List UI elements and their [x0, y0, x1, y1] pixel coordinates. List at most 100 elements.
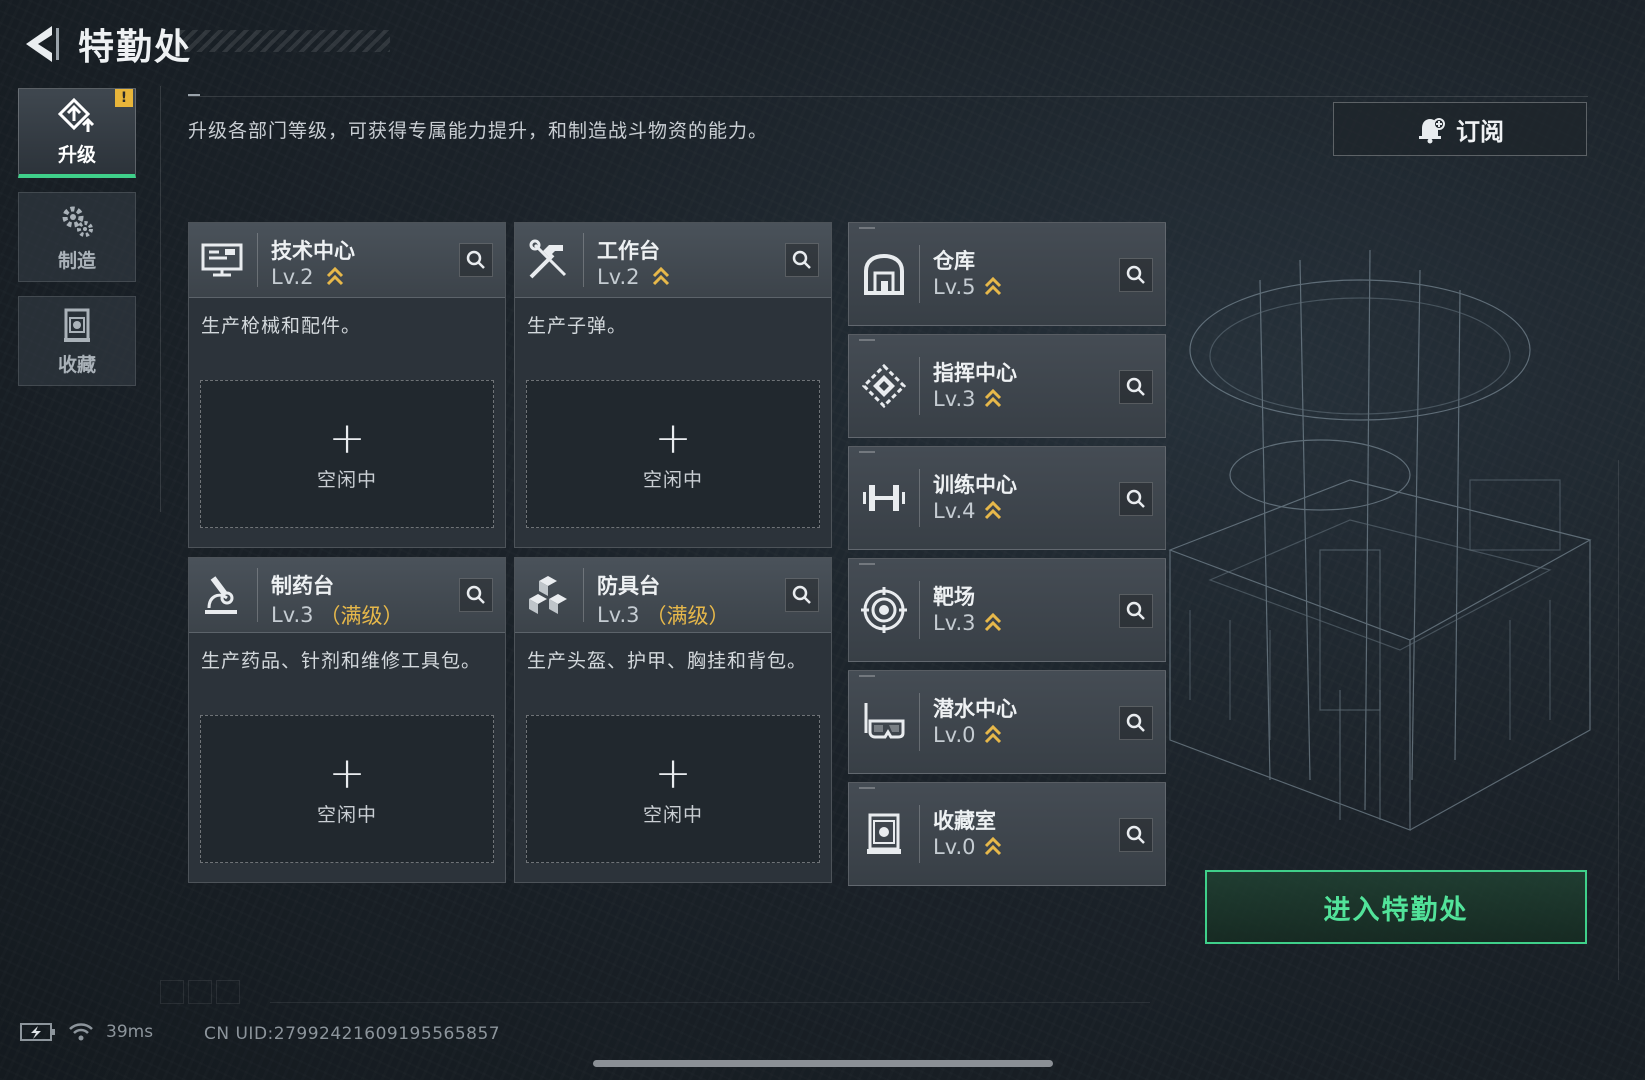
search-icon — [1126, 601, 1145, 620]
facility-command-center[interactable]: 指挥中心 Lv.3 — [848, 334, 1166, 438]
wifi-icon — [69, 1023, 93, 1041]
card-notch — [859, 787, 875, 789]
facility-warehouse[interactable]: 仓库 Lv.5 — [848, 222, 1166, 326]
facility-diving-center[interactable]: 潜水中心 Lv.0 — [848, 670, 1166, 774]
card-description: 生产枪械和配件。 — [201, 315, 362, 337]
search-icon — [1126, 825, 1145, 844]
card-notch — [859, 563, 875, 565]
card-header: 技术中心 Lv.2 — [189, 223, 505, 298]
search-icon — [1126, 713, 1145, 732]
search-button[interactable] — [1119, 482, 1153, 516]
card-level: Lv.3 （满级） — [597, 600, 730, 630]
slot-status: 空闲中 — [642, 803, 703, 826]
search-button[interactable] — [1119, 818, 1153, 852]
base-wireframe-illustration — [1168, 249, 1592, 831]
facility-shooting-range[interactable]: 靶场 Lv.3 — [848, 558, 1166, 662]
header-separator — [257, 233, 258, 287]
subscribe-button[interactable]: 订阅 — [1333, 102, 1587, 156]
facility-training-center[interactable]: 训练中心 Lv.4 — [848, 446, 1166, 550]
card-level: Lv.2 — [271, 265, 344, 289]
search-button[interactable] — [1119, 370, 1153, 404]
search-button[interactable] — [459, 578, 493, 612]
search-icon — [792, 585, 811, 604]
edge-decoration — [1618, 460, 1619, 980]
header-separator — [257, 568, 258, 622]
header-separator — [583, 233, 584, 287]
craft-slot[interactable]: + 空闲中 — [526, 380, 820, 528]
level-up-chevron-icon — [326, 266, 343, 286]
enter-button[interactable]: 进入特勤处 — [1205, 870, 1587, 944]
facility-name: 训练中心 — [933, 473, 1017, 497]
level-value: Lv.3 — [597, 603, 640, 627]
facility-separator — [919, 469, 920, 527]
sidebar-item-label: 制造 — [57, 249, 96, 272]
armor-blocks-icon — [529, 576, 567, 614]
craft-slot[interactable]: + 空闲中 — [526, 715, 820, 863]
bottom-divider — [270, 1002, 1150, 1003]
search-icon — [1126, 489, 1145, 508]
facility-level: Lv.4 — [933, 499, 1002, 523]
search-icon — [466, 585, 485, 604]
craft-slot[interactable]: + 空闲中 — [200, 715, 494, 863]
tools-icon — [529, 239, 567, 279]
level-value: Lv.3 — [271, 603, 314, 627]
back-button[interactable] — [18, 22, 66, 66]
alert-badge: ! — [115, 89, 133, 107]
sidebar-item-collection[interactable]: 收藏 — [18, 296, 136, 386]
command-center-icon — [861, 363, 907, 409]
max-level-tag: （满级） — [645, 604, 730, 628]
search-button[interactable] — [1119, 258, 1153, 292]
search-icon — [1126, 377, 1145, 396]
facility-separator — [919, 581, 920, 639]
search-button[interactable] — [1119, 706, 1153, 740]
card-title: 制药台 — [271, 574, 334, 598]
card-description: 生产头盔、护甲、胸挂和背包。 — [527, 650, 808, 672]
microscope-icon — [205, 576, 237, 614]
upgrade-icon — [58, 97, 95, 132]
sidebar-item-upgrade[interactable]: ! 升级 — [18, 88, 136, 178]
card-header: 制药台 Lv.3 （满级） — [189, 558, 505, 633]
add-icon: + — [328, 412, 366, 464]
facility-name: 收藏室 — [933, 809, 996, 833]
home-indicator[interactable] — [593, 1060, 1053, 1067]
level-value: Lv.4 — [933, 499, 976, 523]
search-button[interactable] — [785, 578, 819, 612]
card-notch — [859, 339, 875, 341]
facility-separator — [919, 357, 920, 415]
subscribe-label: 订阅 — [1456, 117, 1504, 146]
craft-slot[interactable]: + 空闲中 — [200, 380, 494, 528]
sidebar-item-label: 收藏 — [57, 353, 96, 376]
search-button[interactable] — [785, 243, 819, 277]
facility-collection-room[interactable]: 收藏室 Lv.0 — [848, 782, 1166, 886]
craft-card-tech-center: 技术中心 Lv.2 生产枪械和配件。 + 空闲中 — [188, 222, 506, 548]
card-notch — [859, 227, 875, 229]
slot-status: 空闲中 — [316, 468, 377, 491]
facility-name: 潜水中心 — [933, 697, 1017, 721]
sidebar-item-craft[interactable]: 制造 — [18, 192, 136, 282]
card-header: 防具台 Lv.3 （满级） — [515, 558, 831, 633]
search-button[interactable] — [1119, 594, 1153, 628]
facility-level: Lv.0 — [933, 835, 1002, 859]
card-level: Lv.2 — [597, 265, 670, 289]
status-bar: 39ms — [20, 1022, 153, 1042]
craft-card-workbench: 工作台 Lv.2 生产子弹。 + 空闲中 — [514, 222, 832, 548]
craft-card-pharmacy: 制药台 Lv.3 （满级） 生产药品、针剂和维修工具包。 + 空闲中 — [188, 557, 506, 883]
search-button[interactable] — [459, 243, 493, 277]
card-description: 生产子弹。 — [527, 315, 628, 337]
craft-card-armor: 防具台 Lv.3 （满级） 生产头盔、护甲、胸挂和背包。 + 空闲中 — [514, 557, 832, 883]
divider — [188, 96, 1588, 97]
gear-icon — [62, 206, 93, 237]
level-up-chevron-icon — [984, 388, 1001, 408]
ping-value: 39ms — [106, 1022, 154, 1042]
slot-status: 空闲中 — [642, 468, 703, 491]
level-value: Lv.0 — [933, 723, 976, 747]
decoration-squares — [160, 980, 240, 1004]
card-notch — [859, 675, 875, 677]
target-icon — [861, 587, 907, 633]
card-description: 生产药品、针剂和维修工具包。 — [201, 650, 482, 672]
level-value: Lv.2 — [597, 265, 640, 289]
facility-level: Lv.3 — [933, 611, 1002, 635]
level-value: Lv.3 — [933, 387, 976, 411]
card-header: 工作台 Lv.2 — [515, 223, 831, 298]
battery-icon — [20, 1023, 55, 1041]
